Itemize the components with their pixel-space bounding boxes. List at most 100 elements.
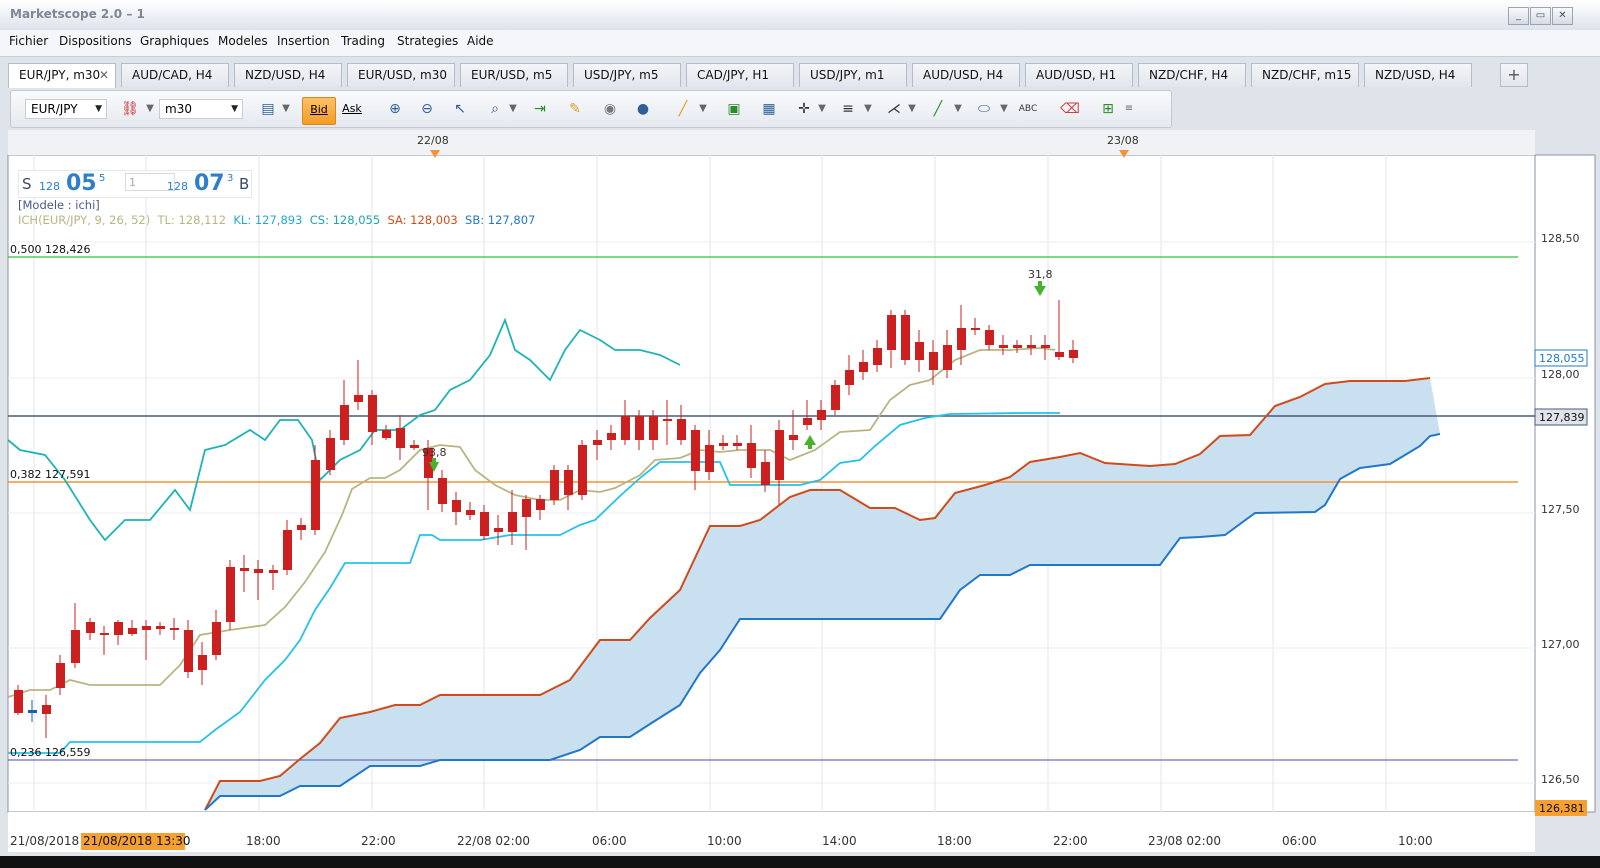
chevron-down-icon[interactable]: ▼ — [907, 98, 917, 120]
tab-usdjpy-m1[interactable]: USD/JPY, m1 — [799, 63, 907, 87]
candle-body — [915, 342, 924, 360]
ellipse-icon[interactable]: ⬭ — [973, 98, 995, 120]
buy-button[interactable]: B — [239, 175, 249, 193]
menu-graphiques[interactable]: Graphiques — [140, 34, 209, 48]
bid-button[interactable]: Bid — [302, 97, 336, 125]
close-button[interactable]: ✕ — [1552, 7, 1573, 25]
candle-body — [269, 570, 278, 573]
tab-audcad-h4[interactable]: AUD/CAD, H4 — [121, 63, 229, 87]
zoom-in-icon[interactable]: ⊕ — [384, 98, 406, 120]
tab-nzdchf-m15[interactable]: NZD/CHF, m15 — [1251, 63, 1359, 87]
candle-body — [789, 435, 798, 440]
marker-label-2: 31,8 — [1028, 268, 1053, 281]
tab-usdjpy-m5[interactable]: USD/JPY, m5 — [573, 63, 681, 87]
time-label-3: 22:00 — [361, 834, 396, 848]
link-icon[interactable]: ⛓ — [119, 98, 141, 120]
tab-label: AUD/USD, H4 — [923, 68, 1004, 82]
fib-500-label: 0,500 128,426 — [10, 243, 90, 256]
candle-body — [128, 628, 137, 634]
candle-body — [283, 530, 292, 570]
time-label-11: 06:00 — [1282, 834, 1317, 848]
tab-audusd-h1[interactable]: AUD/USD, H1 — [1025, 63, 1133, 87]
eraser-icon[interactable]: ⌫ — [1059, 98, 1081, 120]
fan-lines-icon[interactable]: ⋌ — [883, 98, 905, 120]
image-icon[interactable]: ▣ — [723, 98, 745, 120]
sell-button[interactable]: S — [22, 175, 32, 193]
globe-icon[interactable]: ● — [632, 98, 654, 120]
tab-eurusd-m5[interactable]: EUR/USD, m5 — [460, 63, 568, 87]
price-tick-12850: 128,50 — [1541, 232, 1580, 245]
tab-nzdusd-h4-2[interactable]: NZD/USD, H4 — [1364, 63, 1472, 87]
chevron-down-icon[interactable]: ▼ — [863, 98, 873, 120]
minimize-button[interactable]: _ — [1508, 7, 1529, 25]
chevron-down-icon[interactable]: ▼ — [817, 98, 827, 120]
text-label-icon[interactable]: ABC — [1017, 98, 1039, 120]
menu-strategies[interactable]: Strategies — [397, 34, 458, 48]
candle-body — [550, 470, 559, 500]
chevron-down-icon[interactable]: ▼ — [145, 98, 155, 120]
add-tab-button[interactable]: + — [1500, 63, 1528, 87]
scroll-to-end-icon[interactable]: ⇥ — [529, 98, 551, 120]
candle-body — [466, 510, 475, 515]
menu-modeles[interactable]: Modeles — [218, 34, 268, 48]
tab-audusd-h4[interactable]: AUD/USD, H4 — [912, 63, 1020, 87]
tab-eurjpy-m30[interactable]: EUR/JPY, m30 ✕ — [8, 63, 116, 88]
ruler-icon[interactable]: ╱ — [672, 98, 694, 120]
candle-body — [957, 328, 966, 350]
candle-body — [354, 395, 363, 402]
calculator-icon[interactable]: ▦ — [758, 98, 780, 120]
crosshair-icon[interactable]: ✛ — [793, 98, 815, 120]
more-tools-icon[interactable]: ≡ — [1124, 98, 1134, 120]
ichimoku-chart[interactable]: 93,8 31,8 0,500 128,426 0,382 127,591 0,… — [0, 128, 1600, 868]
candle-body — [340, 405, 349, 440]
tab-nzdusd-h4[interactable]: NZD/USD, H4 — [234, 63, 342, 87]
price-line-label: 127,839 — [1539, 411, 1585, 424]
sell-price-big[interactable]: 05 — [66, 171, 97, 196]
chevron-down-icon[interactable]: ▼ — [508, 98, 518, 120]
chevron-down-icon[interactable]: ▼ — [953, 98, 963, 120]
magnify-icon[interactable]: ⌕ — [484, 98, 506, 120]
candle-body — [831, 385, 840, 410]
candle-body — [410, 445, 419, 448]
chevron-down-icon: ▼ — [95, 104, 102, 114]
chevron-down-icon[interactable]: ▼ — [281, 98, 291, 120]
maximize-button[interactable]: ▭ — [1530, 7, 1551, 25]
edit-chart-icon[interactable]: ✎ — [564, 98, 586, 120]
model-label: [Modele : ichi] — [18, 198, 100, 212]
instrument-select[interactable]: EUR/JPY ▼ — [25, 99, 107, 119]
trendline-icon[interactable]: ╱ — [927, 98, 949, 120]
tab-close-icon[interactable]: ✕ — [99, 64, 109, 86]
quick-trade-panel: S 128 05 5 1 128 07 3 B — [18, 170, 252, 198]
tab-eurusd-m30[interactable]: EUR/USD, m30 — [347, 63, 455, 87]
candle-body — [761, 462, 770, 485]
horizontal-lines-icon[interactable]: ≡ — [837, 98, 859, 120]
candle-body — [522, 499, 531, 517]
menu-dispositions[interactable]: Dispositions — [59, 34, 132, 48]
time-label-4: 22/08 02:00 — [457, 834, 530, 848]
current-price-label: 128,055 — [1539, 352, 1585, 365]
candle-body — [71, 630, 80, 663]
chevron-down-icon[interactable]: ▼ — [698, 98, 708, 120]
candle-body — [1027, 345, 1036, 348]
hierarchy-icon[interactable]: ⊞ — [1097, 98, 1119, 120]
cursor-icon[interactable]: ↖ — [449, 98, 471, 120]
tab-label: NZD/USD, H4 — [1375, 68, 1456, 82]
buy-price-big[interactable]: 07 — [194, 171, 225, 196]
candle-body — [607, 433, 616, 440]
tab-nzdchf-h4[interactable]: NZD/CHF, H4 — [1138, 63, 1246, 87]
candle-body — [311, 460, 320, 530]
eye-icon[interactable]: ◉ — [599, 98, 621, 120]
timeframe-select[interactable]: m30 ▼ — [159, 99, 243, 119]
chevron-down-icon[interactable]: ▼ — [999, 98, 1009, 120]
menu-fichier[interactable]: Fichier — [9, 34, 48, 48]
menu-trading[interactable]: Trading — [341, 34, 385, 48]
menu-aide[interactable]: Aide — [467, 34, 494, 48]
instrument-value: EUR/JPY — [31, 102, 78, 116]
ask-button[interactable]: Ask — [336, 97, 368, 123]
chart-type-icon[interactable]: ▤ — [257, 98, 279, 120]
candle-body — [817, 410, 826, 420]
candle-body — [564, 470, 573, 495]
menu-insertion[interactable]: Insertion — [277, 34, 330, 48]
zoom-out-icon[interactable]: ⊖ — [416, 98, 438, 120]
tab-cadjpy-h1[interactable]: CAD/JPY, H1 — [686, 63, 794, 87]
